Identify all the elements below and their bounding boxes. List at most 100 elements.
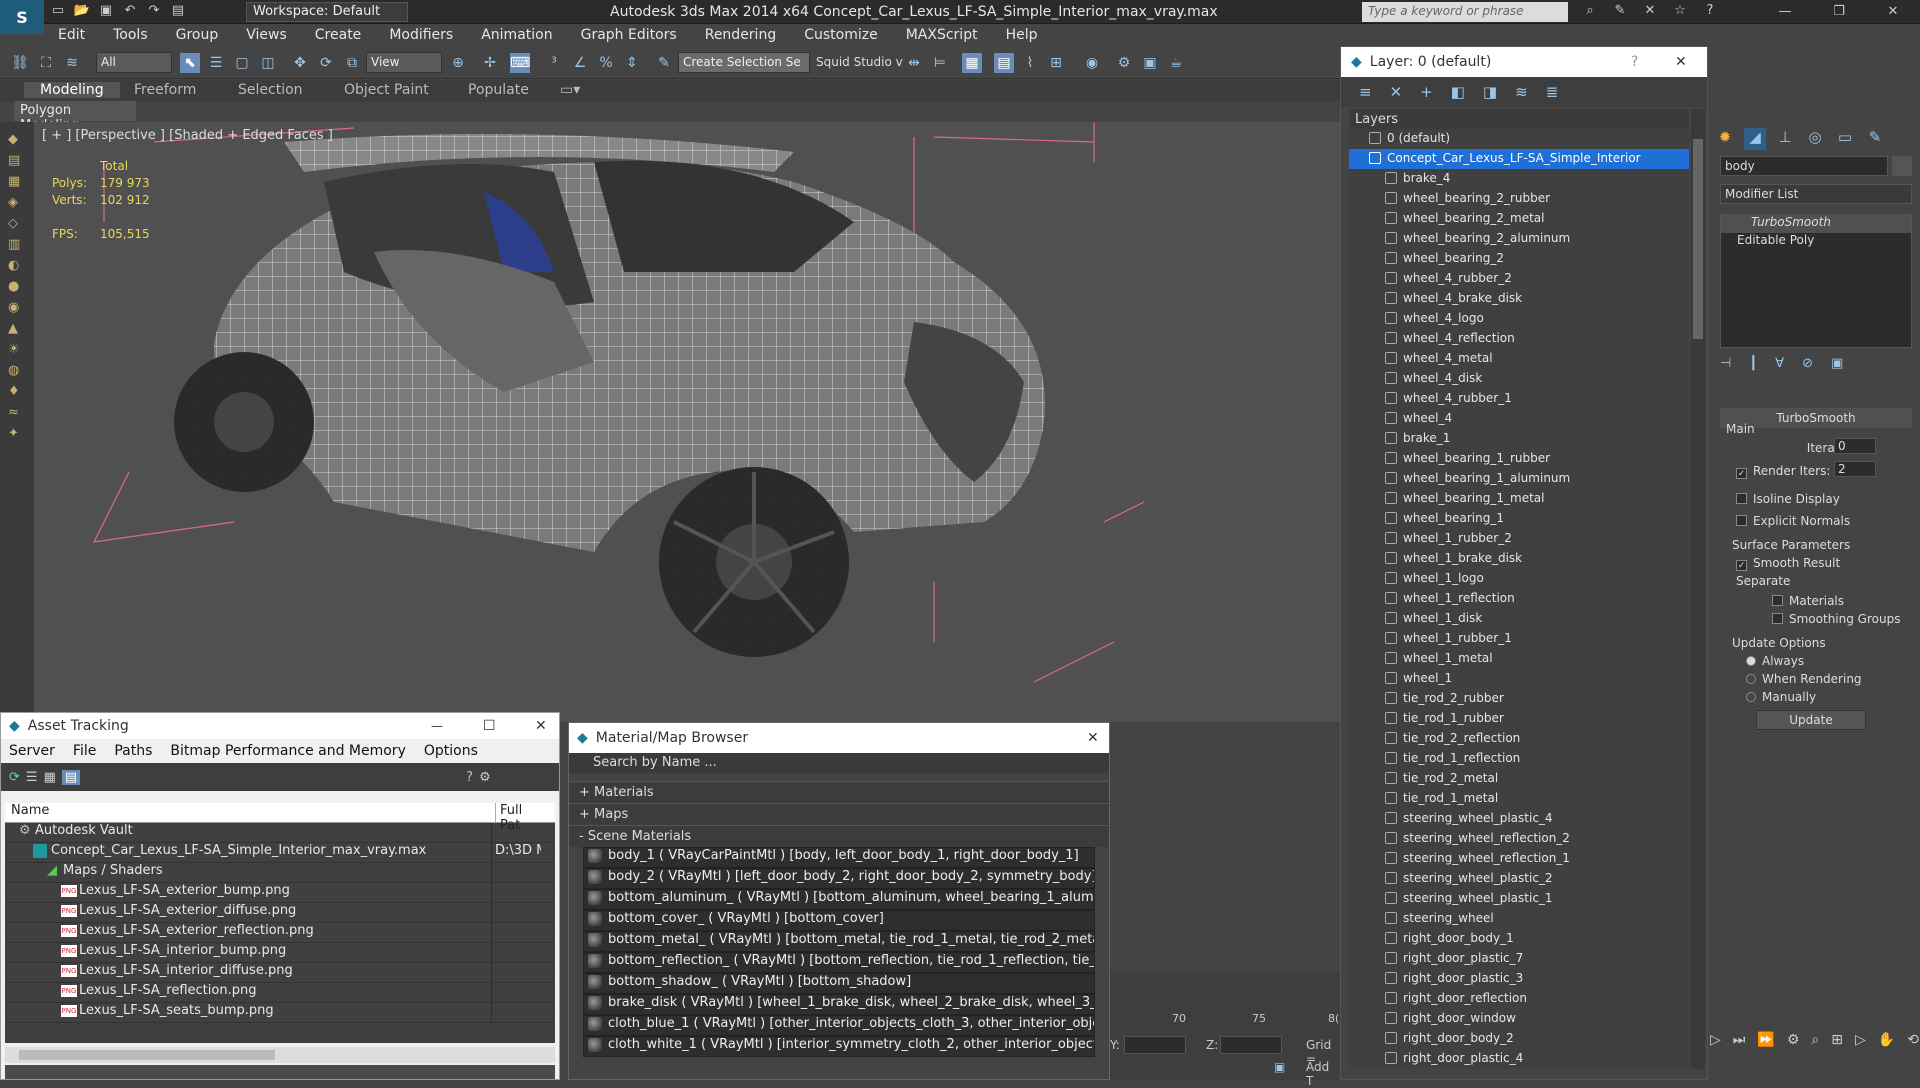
rotate-icon[interactable]: ⟳ — [316, 53, 336, 73]
select-manipulate-icon[interactable]: ✢ — [480, 53, 500, 73]
menu-create[interactable]: Create — [301, 25, 376, 47]
layer-explorer-icon[interactable]: ▤ — [994, 53, 1014, 73]
remove-modifier-icon[interactable]: ⊘ — [1802, 356, 1813, 371]
subdivision-tool-icon[interactable]: ◇ — [8, 216, 26, 231]
add-time-tag-icon[interactable]: ▣ — [1274, 1060, 1285, 1074]
perspective-viewport[interactable]: [ + ] [Perspective ] [Shaded + Edged Fac… — [34, 122, 1340, 722]
material-row[interactable]: body_1 ( VRayCarPaintMtl ) [body, left_d… — [583, 847, 1095, 868]
graphite-tool-icon[interactable]: ◆ — [8, 132, 26, 147]
isoline-row[interactable]: Isoline Display — [1736, 492, 1840, 506]
material-row[interactable]: cloth_blue_1 ( VRayMtl ) [other_interior… — [583, 1015, 1095, 1036]
layer-object-row[interactable]: wheel_4_brake_disk — [1349, 289, 1689, 309]
layer-object-row[interactable]: right_door_body_2 — [1349, 1029, 1689, 1049]
layer-object-row[interactable]: right_door_plastic_3 — [1349, 969, 1689, 989]
viewport-label[interactable]: [ + ] [Perspective ] [Shaded + Edged Fac… — [42, 128, 333, 143]
link-icon[interactable]: ⛓ — [10, 53, 30, 73]
menu-file[interactable]: File — [73, 743, 96, 759]
settings-icon[interactable]: ⚙ — [479, 770, 491, 785]
layer-object-row[interactable]: tie_rod_2_reflection — [1349, 729, 1689, 749]
percent-snap-icon[interactable]: % — [596, 53, 616, 73]
object-name-field[interactable]: body — [1720, 156, 1888, 176]
pin-stack-icon[interactable]: ⊣ — [1720, 356, 1731, 371]
layer-object-row[interactable]: steering_wheel — [1349, 909, 1689, 929]
asset-row[interactable]: PNG Lexus_LF-SA_seats_bump.png — [5, 1003, 555, 1023]
delete-layer-icon[interactable]: ✕ — [1390, 83, 1403, 101]
layer-object-row[interactable]: wheel_bearing_2_aluminum — [1349, 229, 1689, 249]
y-coordinate-field[interactable] — [1124, 1036, 1186, 1054]
modifier-list-dropdown[interactable]: Modifier List — [1720, 184, 1912, 204]
tab-freeform[interactable]: Freeform — [134, 82, 196, 98]
layer-object-row[interactable]: tie_rod_2_rubber — [1349, 689, 1689, 709]
make-unique-icon[interactable]: ∀ — [1775, 356, 1784, 371]
material-row[interactable]: bottom_cover_ ( VRayMtl ) [bottom_cover] — [583, 910, 1095, 931]
material-row[interactable]: bottom_reflection_ ( VRayMtl ) [bottom_r… — [583, 952, 1095, 973]
select-by-name-icon[interactable]: ☰ — [206, 53, 226, 73]
stack-turbosmooth[interactable]: TurboSmooth — [1721, 215, 1911, 233]
polygon-modeling-panel[interactable]: Polygon Modeling — [14, 101, 136, 133]
layer-object-row[interactable]: steering_wheel_plastic_2 — [1349, 869, 1689, 889]
add-time-tag[interactable]: Add T — [1306, 1060, 1340, 1088]
group-scene-materials[interactable]: - Scene Materials — [569, 825, 1109, 847]
layer-object-row[interactable]: wheel_4_rubber_2 — [1349, 269, 1689, 289]
pivot-center-icon[interactable]: ⊕ — [448, 53, 468, 73]
shape-tool-icon[interactable]: ▲ — [8, 321, 26, 336]
asset-row[interactable]: Concept_Car_Lexus_LF-SA_Simple_Interior_… — [5, 843, 555, 863]
help-icon[interactable]: ? — [1700, 2, 1720, 20]
explicit-normals-row[interactable]: Explicit Normals — [1736, 514, 1850, 528]
layer-selected-row[interactable]: Concept_Car_Lexus_LF-SA_Simple_Interior — [1349, 149, 1689, 169]
scene-explorer-icon[interactable]: ▦ — [962, 53, 982, 73]
open-file-icon[interactable]: 📂 — [72, 2, 92, 20]
col-full-path[interactable]: Full Pat — [495, 803, 545, 833]
layer-default-row[interactable]: 0 (default) — [1349, 129, 1689, 149]
layer-object-row[interactable]: tie_rod_1_metal — [1349, 789, 1689, 809]
update-rendering-radio[interactable] — [1746, 674, 1756, 684]
layer-object-row[interactable]: wheel_4_logo — [1349, 309, 1689, 329]
curve-editor-icon[interactable]: ⌇ — [1020, 53, 1040, 73]
material-search-input[interactable]: Search by Name ... — [569, 753, 1109, 773]
layer-object-row[interactable]: wheel_1_rubber_2 — [1349, 529, 1689, 549]
undo-icon[interactable]: ↶ — [120, 2, 140, 20]
layer-object-row[interactable]: wheel_1 — [1349, 669, 1689, 689]
move-icon[interactable]: ✥ — [290, 53, 310, 73]
group-materials[interactable]: + Materials — [569, 781, 1109, 803]
layer-object-row[interactable]: wheel_1_logo — [1349, 569, 1689, 589]
zoom-all-icon[interactable]: ⊞ — [1831, 1032, 1843, 1048]
asset-row[interactable]: ◢ Maps / Shaders — [5, 863, 555, 883]
loop-tool-icon[interactable]: ◉ — [8, 300, 26, 315]
project-folder-icon[interactable]: ▤ — [168, 2, 188, 20]
asset-row[interactable]: PNG Lexus_LF-SA_interior_bump.png — [5, 943, 555, 963]
keyword-search-input[interactable]: Type a keyword or phrase — [1362, 2, 1568, 22]
list-view-icon[interactable]: ☰ — [26, 770, 38, 785]
visibility-tool-icon[interactable]: ◐ — [8, 258, 26, 273]
layer-object-row[interactable]: wheel_bearing_2 — [1349, 249, 1689, 269]
update-button[interactable]: Update — [1756, 710, 1866, 730]
update-always-radio[interactable] — [1746, 656, 1756, 666]
asset-row[interactable]: PNG Lexus_LF-SA_exterior_bump.png — [5, 883, 555, 903]
separate-smoothing-row[interactable]: Smoothing Groups — [1772, 612, 1900, 626]
layer-object-row[interactable]: wheel_bearing_1 — [1349, 509, 1689, 529]
menu-graph-editors[interactable]: Graph Editors — [567, 25, 691, 47]
layer-object-row[interactable]: right_door_body_1 — [1349, 929, 1689, 949]
layer-object-row[interactable]: wheel_1_metal — [1349, 649, 1689, 669]
modify-tab-icon[interactable]: ◢ — [1744, 128, 1766, 150]
layer-object-row[interactable]: wheel_4_reflection — [1349, 329, 1689, 349]
schematic-view-icon[interactable]: ⊞ — [1046, 53, 1066, 73]
save-icon[interactable]: ▣ — [96, 2, 116, 20]
layer-object-row[interactable]: wheel_bearing_1_metal — [1349, 489, 1689, 509]
pan-icon[interactable]: ✋ — [1878, 1032, 1895, 1048]
material-row[interactable]: cloth_white_1 ( VRayMtl ) [interior_symm… — [583, 1036, 1095, 1057]
rendered-frame-icon[interactable]: ▣ — [1140, 53, 1160, 73]
scale-icon[interactable]: ⧉ — [342, 53, 362, 73]
new-file-icon[interactable]: ▭ — [48, 2, 68, 20]
unlink-icon[interactable]: ⛶ — [36, 53, 56, 73]
configure-sets-icon[interactable]: ▣ — [1831, 356, 1843, 371]
play-icon[interactable]: ▷ — [1710, 1032, 1721, 1048]
update-manually-row[interactable]: Manually — [1746, 690, 1816, 704]
horizontal-scrollbar[interactable] — [5, 1047, 555, 1063]
layer-object-row[interactable]: steering_wheel_reflection_1 — [1349, 849, 1689, 869]
selection-filter-dropdown[interactable]: All — [96, 52, 172, 73]
menu-edit[interactable]: Edit — [44, 25, 99, 47]
layer-object-row[interactable]: steering_wheel_plastic_4 — [1349, 809, 1689, 829]
squid-studio-label[interactable]: Squid Studio v — [816, 55, 903, 69]
geometry-tool-icon[interactable]: ◈ — [8, 195, 26, 210]
